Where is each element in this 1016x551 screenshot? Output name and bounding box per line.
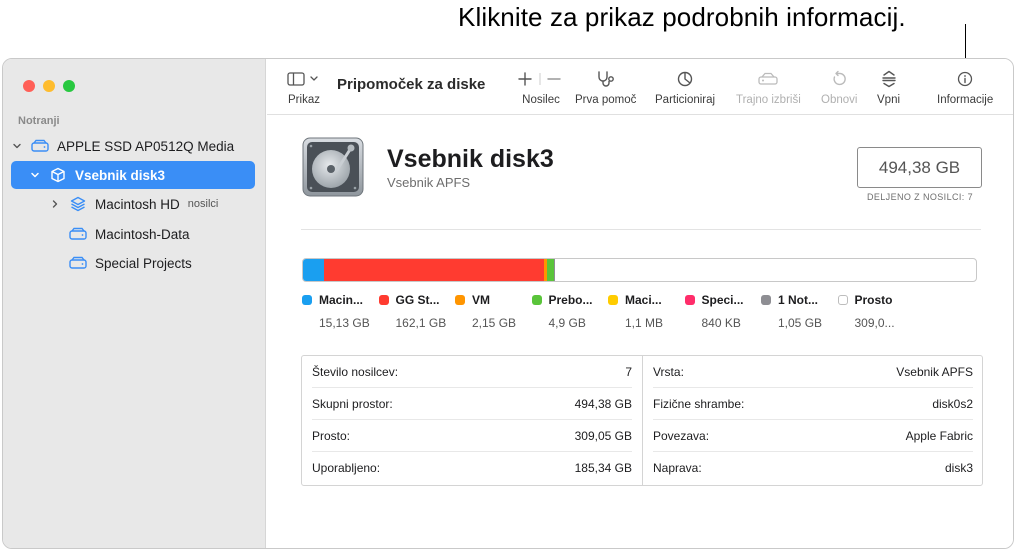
legend-size: 15,13 GB: [319, 316, 370, 330]
legend-label: VM: [455, 293, 535, 307]
volume-group-layers-icon: [69, 195, 87, 213]
legend-size: 1,05 GB: [778, 316, 823, 330]
legend-swatch: [455, 295, 465, 305]
sidebar-item-badge: nosilci: [187, 198, 219, 210]
legend-swatch: [378, 295, 389, 305]
sidebar-item-macintosh-hd[interactable]: Macintosh HD nosilci: [11, 190, 255, 218]
legend-swatch: [608, 295, 618, 305]
info-row: Skupni prostor: 494,38 GB: [312, 388, 632, 420]
add-remove-icon: [518, 69, 564, 89]
sidebar-toggle-icon: [287, 69, 321, 89]
info-table: Število nosilcev: 7 Skupni prostor: 494,38…: [301, 355, 983, 486]
sidebar-item-macintosh-data[interactable]: Macintosh-Data: [11, 220, 255, 248]
pie-partition-icon: [676, 69, 694, 89]
sidebar-item-label: Macintosh-Data: [95, 226, 190, 242]
info-row: Število nosilcev: 7: [312, 356, 632, 388]
legend-label: Prebo...: [531, 293, 612, 307]
legend-size: 162,1 GB: [395, 316, 447, 330]
first-aid-button[interactable]: Prva pomoč: [575, 69, 636, 106]
shared-volumes-note: DELJENO Z NOSILCI: 7: [866, 192, 973, 202]
usage-segment: [303, 259, 324, 281]
legend-swatch: [837, 295, 848, 305]
info-column-right: Vrsta: Vsebnik APFS Fizične shrambe: disk0…: [643, 356, 983, 485]
container-cube-icon: [49, 166, 67, 184]
minimize-window-button[interactable]: [43, 80, 55, 92]
info-column-left: Število nosilcev: 7 Skupni prostor: 494,38…: [302, 356, 643, 485]
info-row: Prosto: 309,05 GB: [312, 420, 632, 452]
chevron-down-icon[interactable]: [11, 141, 23, 151]
sidebar-item-container-disk3[interactable]: Vsebnik disk3: [11, 161, 255, 189]
info-row: Povezava: Apple Fabric: [653, 420, 973, 452]
chevron-right-icon[interactable]: [49, 199, 61, 209]
legend-item: 1 Not... 1,05 GB: [761, 293, 841, 330]
info-row: Vrsta: Vsebnik APFS: [653, 356, 973, 388]
legend-size: 1,1 MB: [625, 316, 664, 330]
stethoscope-icon: [596, 69, 616, 89]
legend-label: Macin...: [302, 293, 382, 307]
sidebar: Notranji APPLE SSD AP0512Q Media Vsebnik…: [3, 59, 266, 548]
divider: [301, 229, 981, 230]
legend-item: Speci... 840 KB: [684, 293, 765, 330]
zoom-window-button[interactable]: [63, 80, 75, 92]
info-row: Fizične shrambe: disk0s2: [653, 388, 973, 420]
legend-label: GG St...: [378, 293, 459, 307]
usage-bar: [302, 258, 977, 282]
legend-size: 4,9 GB: [548, 316, 586, 330]
legend-item: Macin... 15,13 GB: [302, 293, 382, 330]
info-icon: [957, 69, 973, 89]
usage-segment: [547, 259, 554, 281]
restore-arrow-icon: [830, 69, 848, 89]
main-content: Vsebnik disk3 Vsebnik APFS 494,38 GB DEL…: [267, 116, 1013, 548]
legend-label: Speci...: [684, 293, 765, 307]
legend-label: Maci...: [608, 293, 688, 307]
legend-swatch: [761, 295, 771, 305]
legend-item: VM 2,15 GB: [455, 293, 535, 330]
legend-label: 1 Not...: [761, 293, 841, 307]
volume-name: Vsebnik disk3: [387, 145, 554, 173]
legend-swatch: [684, 295, 695, 305]
legend-item: GG St... 162,1 GB: [378, 293, 459, 330]
partition-button[interactable]: Particioniraj: [655, 69, 715, 106]
legend-item: Prosto 309,0...: [837, 293, 918, 330]
info-button[interactable]: Informacije: [937, 69, 993, 106]
info-row: Naprava: disk3: [653, 461, 973, 475]
drive-icon: [69, 225, 87, 243]
legend-swatch: [531, 295, 542, 305]
legend-item: Prebo... 4,9 GB: [531, 293, 612, 330]
legend-label: Prosto: [837, 293, 918, 307]
disk-utility-window: Notranji APPLE SSD AP0512Q Media Vsebnik…: [2, 58, 1014, 549]
window-title: Pripomoček za diske: [337, 76, 486, 93]
legend-size: 309,0...: [854, 316, 895, 330]
usage-segment: [553, 259, 556, 281]
legend-swatch: [302, 295, 312, 305]
hard-drive-icon: [301, 136, 365, 203]
sidebar-item-apple-ssd[interactable]: APPLE SSD AP0512Q Media: [11, 132, 255, 160]
sidebar-section-internal: Notranji: [18, 115, 60, 127]
callout-text: Kliknite za prikaz podrobnih informacij.: [458, 2, 906, 32]
usage-segment: [323, 259, 545, 281]
erase-drive-icon: [757, 69, 779, 89]
close-window-button[interactable]: [23, 80, 35, 92]
capacity-box: 494,38 GB: [857, 147, 982, 188]
volume-button[interactable]: Nosilec: [518, 69, 564, 106]
legend-item: Maci... 1,1 MB: [608, 293, 688, 330]
restore-button[interactable]: Obnovi: [821, 69, 857, 106]
erase-button[interactable]: Trajno izbriši: [736, 69, 801, 106]
legend-size: 840 KB: [701, 316, 741, 330]
drive-icon: [69, 254, 87, 272]
sidebar-item-label: APPLE SSD AP0512Q Media: [57, 138, 235, 154]
mount-button[interactable]: Vpni: [877, 69, 900, 106]
info-row: Uporabljeno: 185,34 GB: [312, 461, 632, 475]
legend-size: 2,15 GB: [472, 316, 517, 330]
sidebar-item-label: Macintosh HD: [95, 196, 180, 212]
sidebar-item-label: Special Projects: [95, 255, 192, 271]
drive-icon: [31, 137, 49, 155]
toolbar: Prikaz Pripomoček za diske Nosilec Prva …: [267, 59, 1013, 115]
chevron-down-icon[interactable]: [29, 170, 41, 180]
sidebar-item-special-projects[interactable]: Special Projects: [11, 249, 255, 277]
mount-icon: [881, 69, 897, 89]
view-button[interactable]: Prikaz: [287, 69, 321, 106]
volume-subtitle: Vsebnik APFS: [387, 175, 471, 190]
sidebar-item-label: Vsebnik disk3: [75, 167, 166, 183]
